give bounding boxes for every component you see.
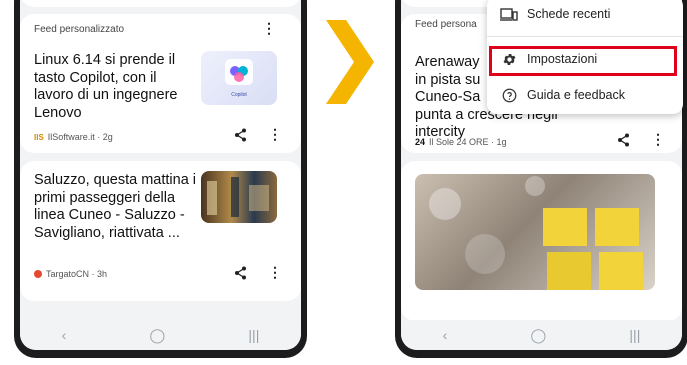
article-thumbnail[interactable]	[201, 171, 277, 223]
back-icon[interactable]: ‹	[62, 327, 67, 343]
article-image[interactable]	[415, 174, 655, 290]
menu-item-recent-tabs[interactable]: Schede recenti	[487, 0, 683, 29]
article-source[interactable]: TargatoCN · 3h	[34, 269, 107, 279]
feed-card-2[interactable]	[401, 161, 682, 321]
share-icon[interactable]	[234, 128, 247, 142]
feed-label: Feed persona	[415, 19, 477, 30]
top-card	[20, 0, 301, 7]
source-logo-icon	[34, 270, 42, 278]
source-logo: IIS	[34, 132, 44, 142]
menu-item-help-feedback[interactable]: Guida e feedback	[487, 80, 683, 110]
menu-divider	[487, 36, 683, 37]
android-nav-bar: ‹ ◯ |||	[20, 320, 301, 350]
article-thumbnail[interactable]: Copilot	[201, 51, 277, 105]
feed-card-2[interactable]: Saluzzo, questa mattina i primi passegge…	[20, 161, 301, 301]
share-icon[interactable]	[234, 266, 247, 280]
article-source[interactable]: IIS IlSoftware.it · 2g	[34, 132, 113, 142]
article-title[interactable]: Linux 6.14 si prende il tasto Copilot, c…	[34, 52, 184, 122]
android-nav-bar: ‹ ◯ |||	[401, 320, 682, 350]
home-icon[interactable]: ◯	[150, 327, 166, 344]
train-photo-icon	[207, 177, 269, 217]
article-source[interactable]: 24 Il Sole 24 ORE · 1g	[415, 137, 507, 147]
left-screen: Feed personalizzato ⋮ Linux 6.14 si pren…	[20, 0, 301, 350]
menu-item-label: Guida e feedback	[527, 88, 625, 102]
left-phone: Feed personalizzato ⋮ Linux 6.14 si pren…	[14, 0, 307, 358]
source-name: TargatoCN · 3h	[46, 269, 108, 279]
source-name: IlSoftware.it · 2g	[47, 132, 113, 142]
settings-highlight-box	[489, 46, 677, 76]
share-icon[interactable]	[617, 133, 630, 147]
source-name: Il Sole 24 ORE · 1g	[429, 137, 507, 147]
article-title[interactable]: Saluzzo, questa mattina i primi passegge…	[34, 172, 209, 242]
feed-label: Feed personalizzato	[34, 24, 125, 35]
article-more-icon[interactable]: ⋮	[268, 126, 282, 143]
home-icon[interactable]: ◯	[531, 327, 547, 344]
sticky-notes-photo-icon	[429, 176, 643, 290]
back-icon[interactable]: ‹	[443, 327, 448, 343]
help-icon	[502, 88, 516, 102]
article-more-icon[interactable]: ⋮	[268, 264, 282, 281]
menu-item-label: Schede recenti	[527, 7, 611, 21]
source-logo: 24	[415, 137, 426, 147]
feed-card-1[interactable]: Feed personalizzato ⋮ Linux 6.14 si pren…	[20, 14, 301, 153]
recents-icon[interactable]: |||	[248, 327, 259, 343]
chevron-right-icon	[326, 20, 374, 104]
recents-icon[interactable]: |||	[629, 327, 640, 343]
thumbnail-caption: Copilot	[231, 92, 247, 98]
article-more-icon[interactable]: ⋮	[651, 131, 665, 148]
recent-tabs-icon	[500, 7, 518, 21]
more-options-icon[interactable]: ⋮	[262, 20, 276, 37]
